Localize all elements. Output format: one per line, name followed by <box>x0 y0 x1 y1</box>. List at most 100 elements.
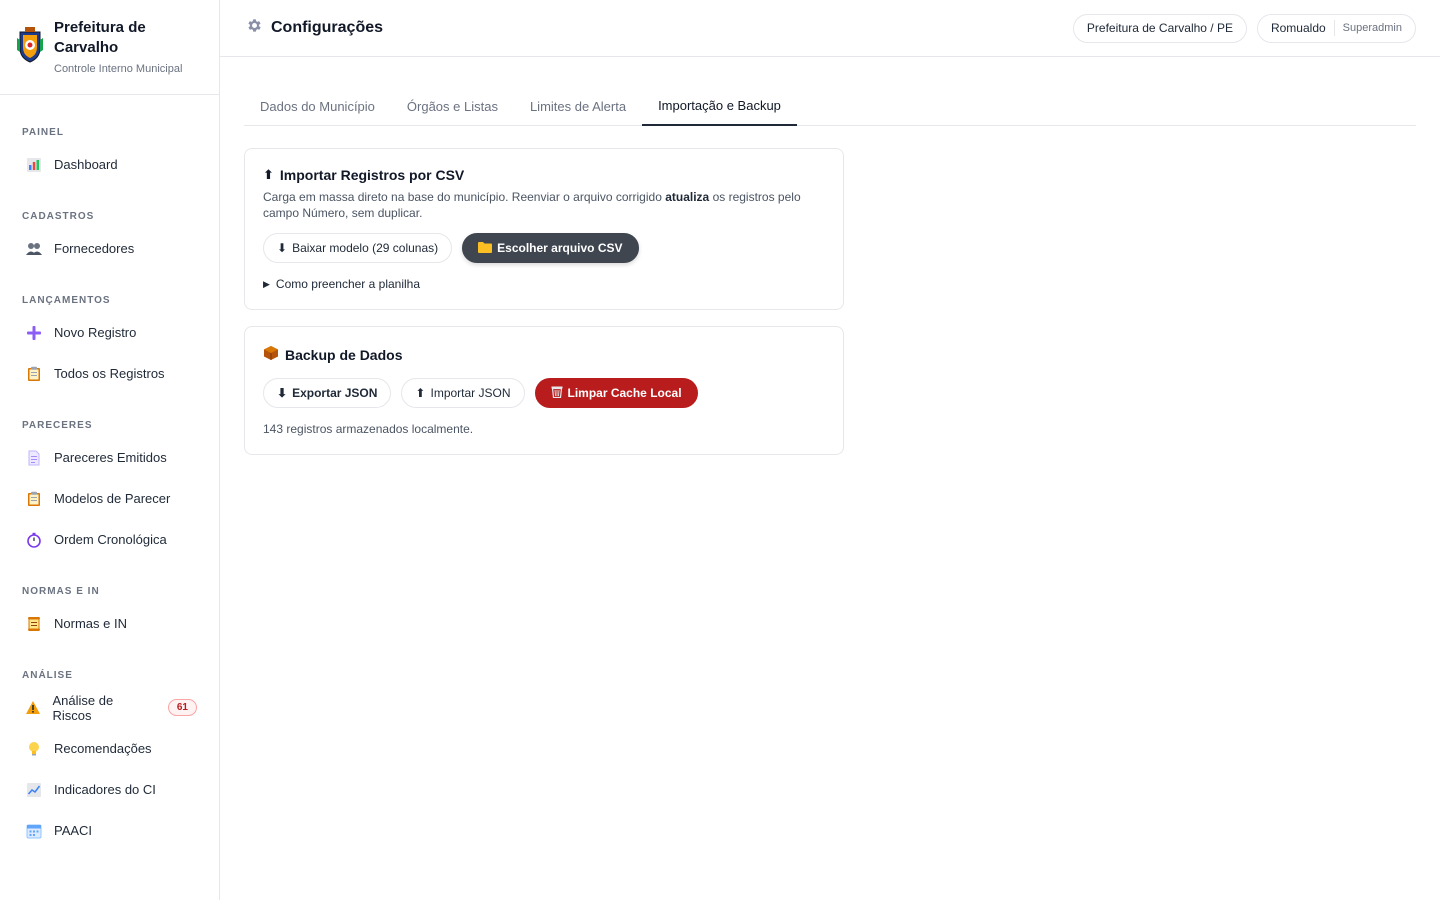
sidebar-item-label: Novo Registro <box>54 325 137 340</box>
triangle-right-icon: ▶ <box>263 278 270 289</box>
topbar-right: Prefeitura de Carvalho / PE Romualdo Sup… <box>1072 13 1416 43</box>
document-icon <box>24 448 44 468</box>
main-area: Configurações Prefeitura de Carvalho / P… <box>220 0 1440 900</box>
content: Dados do Município Órgãos e Listas Limit… <box>220 57 1440 455</box>
nav-section-painel: PAINEL Dashboard <box>0 127 219 179</box>
sidebar-item-modelos-parecer[interactable]: Modelos de Parecer <box>22 484 197 513</box>
import-actions: ⬇ Baixar modelo (29 colunas) Escolher ar… <box>263 233 825 263</box>
arrow-up-icon: ⬆ <box>415 386 426 400</box>
sidebar-item-label: Todos os Registros <box>54 366 165 381</box>
backup-actions: ⬇ Exportar JSON ⬆ Importar JSON Limpar C… <box>263 378 825 408</box>
sidebar-item-label: Dashboard <box>54 157 118 172</box>
tab-importacao-backup[interactable]: Importação e Backup <box>642 98 797 126</box>
app-root: Prefeitura de Carvalho Controle Interno … <box>0 0 1440 900</box>
lightbulb-icon <box>24 739 44 759</box>
arrow-down-icon: ⬇ <box>277 241 288 255</box>
brand-subtitle: Controle Interno Municipal <box>54 63 183 75</box>
sidebar-item-dashboard[interactable]: Dashboard <box>22 150 197 179</box>
sidebar-item-label: Modelos de Parecer <box>54 491 171 506</box>
sidebar-item-indicadores[interactable]: Indicadores do CI <box>22 775 197 804</box>
howto-label: Como preencher a planilha <box>275 277 421 291</box>
choose-csv-button[interactable]: Escolher arquivo CSV <box>462 233 639 263</box>
user-name: Romualdo <box>1270 21 1326 35</box>
sidebar-item-label: Ordem Cronológica <box>54 532 167 547</box>
warning-icon <box>24 698 42 718</box>
sidebar-item-label: Fornecedores <box>54 241 135 256</box>
sidebar-item-label: Indicadores do CI <box>54 782 156 797</box>
import-card-description: Carga em massa direto na base do municíp… <box>263 189 825 221</box>
trash-icon <box>551 385 563 401</box>
arrow-down-icon: ⬇ <box>277 386 288 400</box>
page-title: Configurações <box>271 19 384 36</box>
sidebar-item-label: PAACI <box>54 823 93 838</box>
sidebar-item-pareceres-emitidos[interactable]: Pareceres Emitidos <box>22 443 197 472</box>
clipboard-icon <box>24 489 44 509</box>
backup-card: Backup de Dados ⬇ Exportar JSON ⬆ Import… <box>244 326 844 455</box>
municipality-label: Prefeitura de Carvalho / PE <box>1086 21 1233 35</box>
backup-status: 143 registros armazenados localmente. <box>263 422 474 436</box>
howto-disclosure[interactable]: ▶ Como preencher a planilha <box>263 277 825 291</box>
sidebar: Prefeitura de Carvalho Controle Interno … <box>0 0 220 900</box>
risk-count-badge: 61 <box>167 699 197 716</box>
arrow-up-icon: ⬆ <box>263 167 274 182</box>
sidebar-item-label: Análise de Riscos <box>52 692 114 723</box>
stopwatch-icon <box>24 530 44 550</box>
nav-section-normas: NORMAS E IN Normas e IN <box>0 586 219 638</box>
button-label: Limpar Cache Local <box>567 386 682 400</box>
gear-icon <box>246 17 263 39</box>
municipality-selector[interactable]: Prefeitura de Carvalho / PE <box>1072 13 1247 43</box>
tab-limites-alerta[interactable]: Limites de Alerta <box>514 99 642 126</box>
import-json-button[interactable]: ⬆ Importar JSON <box>401 378 525 408</box>
sidebar-item-label: Pareceres Emitidos <box>54 450 167 465</box>
sidebar-item-ordem-cronologica[interactable]: Ordem Cronológica <box>22 525 197 554</box>
sidebar-item-analise-riscos[interactable]: Análise de Riscos 61 <box>22 692 197 723</box>
download-template-button[interactable]: ⬇ Baixar modelo (29 colunas) <box>263 233 453 263</box>
sidebar-item-novo-registro[interactable]: Novo Registro <box>22 318 197 347</box>
nav-section-lancamentos: LANÇAMENTOS Novo Registro Todos os Regis… <box>0 295 219 388</box>
page-title-wrap: Configurações <box>246 17 383 39</box>
topbar: Configurações Prefeitura de Carvalho / P… <box>220 0 1440 57</box>
nav-section-label: PARECERES <box>22 420 93 431</box>
nav-section-label: ANÁLISE <box>22 670 73 681</box>
button-label: Baixar modelo (29 colunas) <box>292 241 439 255</box>
import-card-title: Importar Registros por CSV <box>279 167 465 183</box>
export-json-button[interactable]: ⬇ Exportar JSON <box>263 378 392 408</box>
brand: Prefeitura de Carvalho Controle Interno … <box>0 0 219 95</box>
nav-section-pareceres: PARECERES Pareceres Emitidos Modelos de … <box>0 420 219 554</box>
sidebar-item-normas[interactable]: Normas e IN <box>22 609 197 638</box>
button-label: Escolher arquivo CSV <box>497 241 623 255</box>
package-icon <box>263 345 279 364</box>
sidebar-item-label: Recomendações <box>54 741 152 756</box>
brand-title: Prefeitura de Carvalho <box>54 19 146 56</box>
tab-dados-municipio[interactable]: Dados do Município <box>244 99 391 126</box>
button-label: Exportar JSON <box>292 386 378 400</box>
nav-section-analise: ANÁLISE Análise de Riscos 61 Recomendaçõ… <box>0 670 219 845</box>
coat-of-arms-logo <box>17 27 43 63</box>
calendar-icon <box>24 821 44 841</box>
settings-tabs: Dados do Município Órgãos e Listas Limit… <box>244 85 1416 126</box>
plus-icon <box>24 323 44 343</box>
nav-section-label: PAINEL <box>22 127 64 138</box>
users-icon <box>24 239 44 259</box>
divider <box>1333 20 1335 36</box>
nav-section-label: NORMAS E IN <box>22 586 100 597</box>
card-title: ⬆ Importar Registros por CSV <box>263 167 825 183</box>
user-menu[interactable]: Romualdo Superadmin <box>1256 13 1416 43</box>
sidebar-item-recomendacoes[interactable]: Recomendações <box>22 734 197 763</box>
desc-text: Carga em massa direto na base do municíp… <box>263 190 666 204</box>
scroll-icon <box>24 614 44 634</box>
nav-section-label: LANÇAMENTOS <box>22 295 111 306</box>
desc-bold: atualiza <box>665 190 710 204</box>
folder-icon <box>478 241 493 256</box>
sidebar-item-paaci[interactable]: PAACI <box>22 816 197 845</box>
import-csv-card: ⬆ Importar Registros por CSV Carga em ma… <box>244 148 844 310</box>
sidebar-item-todos-registros[interactable]: Todos os Registros <box>22 359 197 388</box>
tab-orgaos-listas[interactable]: Órgãos e Listas <box>391 99 514 126</box>
sidebar-item-fornecedores[interactable]: Fornecedores <box>22 234 197 263</box>
chart-icon <box>24 155 44 175</box>
user-role: Superadmin <box>1342 22 1402 34</box>
trend-icon <box>24 780 44 800</box>
clear-cache-button[interactable]: Limpar Cache Local <box>534 378 698 408</box>
nav-section-cadastros: CADASTROS Fornecedores <box>0 211 219 263</box>
button-label: Importar JSON <box>430 386 511 400</box>
